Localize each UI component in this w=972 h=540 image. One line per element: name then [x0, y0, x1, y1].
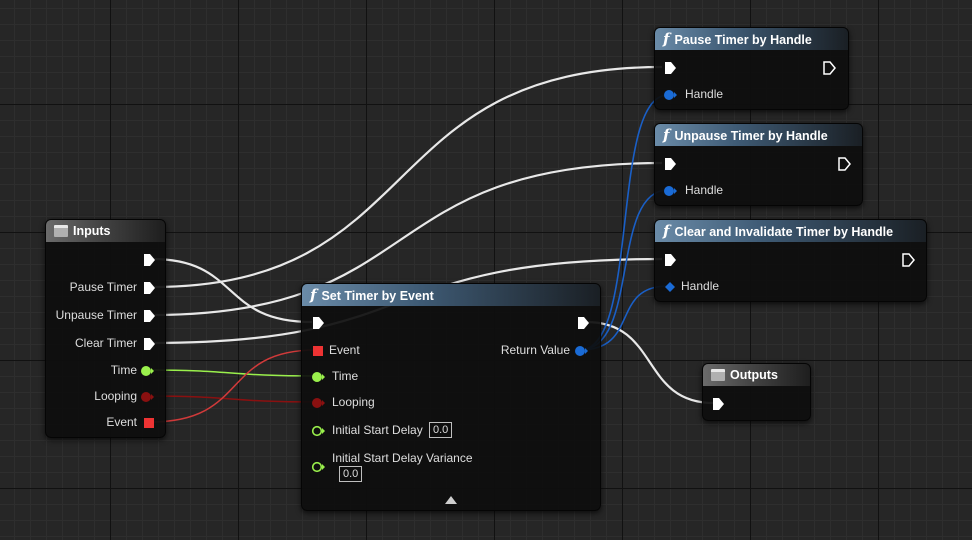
- wire-exec-pause-timer: [151, 65, 663, 289]
- handle-pin[interactable]: [663, 89, 679, 101]
- time-pin-label: Time: [332, 369, 359, 383]
- exec-out-pin[interactable]: [838, 157, 852, 171]
- event-delegate-pin[interactable]: [143, 417, 155, 429]
- pause-timer-exec-pin[interactable]: [143, 281, 157, 295]
- node-title: Inputs: [73, 224, 111, 238]
- clear-invalidate-timer-node[interactable]: f Clear and Invalidate Timer by Handle Ha…: [654, 219, 927, 302]
- wire-exec-inputs-to-set-timer: [151, 257, 313, 324]
- exec-out-pin[interactable]: [902, 253, 916, 267]
- exec-in-pin[interactable]: [664, 253, 678, 267]
- node-header[interactable]: f Pause Timer by Handle: [655, 28, 848, 50]
- wire-time: [149, 369, 317, 377]
- function-icon: f: [663, 222, 670, 240]
- return-value-handle-pin[interactable]: [574, 345, 590, 357]
- unpause-timer-pin-label: Unpause Timer: [55, 308, 137, 322]
- initial-start-delay-variance-pin-label: Initial Start Delay Variance: [332, 451, 473, 465]
- exec-in-pin[interactable]: [312, 316, 326, 330]
- pause-timer-pin-label: Pause Timer: [69, 280, 137, 294]
- node-header[interactable]: Inputs: [46, 220, 165, 242]
- outputs-node[interactable]: Outputs: [702, 363, 811, 421]
- expand-advanced-arrow-icon[interactable]: [445, 496, 457, 504]
- looping-bool-pin[interactable]: [311, 397, 327, 409]
- looping-bool-pin[interactable]: [140, 391, 156, 403]
- node-header[interactable]: f Set Timer by Event: [302, 284, 600, 306]
- set-timer-by-event-node[interactable]: f Set Timer by Event Event Return Value T…: [301, 283, 601, 511]
- time-pin-label: Time: [110, 363, 137, 377]
- node-title: Unpause Timer by Handle: [674, 129, 828, 143]
- time-float-pin[interactable]: [140, 365, 156, 377]
- exec-in-pin[interactable]: [664, 61, 678, 75]
- clear-timer-pin-label: Clear Timer: [74, 336, 137, 350]
- initial-start-delay-pin[interactable]: [311, 425, 327, 437]
- wire-looping: [149, 395, 317, 403]
- handle-pin[interactable]: [664, 281, 676, 293]
- looping-pin-label: Looping: [332, 395, 375, 409]
- handle-pin[interactable]: [663, 185, 679, 197]
- time-float-pin[interactable]: [311, 371, 327, 383]
- exec-out-pin[interactable]: [577, 316, 591, 330]
- exec-in-pin[interactable]: [664, 157, 678, 171]
- node-title: Set Timer by Event: [321, 289, 434, 303]
- inputs-node[interactable]: Inputs Pause Timer Unpause Timer Clear T…: [45, 219, 166, 438]
- initial-start-delay-variance-input[interactable]: 0.0: [339, 466, 363, 482]
- return-value-pin-label: Return Value: [500, 343, 570, 357]
- node-header[interactable]: Outputs: [703, 364, 810, 386]
- handle-pin-label: Handle: [681, 279, 720, 293]
- exec-in-pin[interactable]: [712, 397, 726, 411]
- event-pin-label: Event: [329, 343, 360, 357]
- function-icon: f: [310, 286, 317, 304]
- exec-out-pin[interactable]: [143, 253, 157, 267]
- clear-timer-exec-pin[interactable]: [143, 337, 157, 351]
- function-icon: f: [663, 30, 670, 48]
- initial-start-delay-pin-label: Initial Start Delay: [332, 423, 423, 437]
- node-title: Outputs: [730, 368, 778, 382]
- event-delegate-pin[interactable]: [312, 345, 324, 357]
- event-pin-label: Event: [106, 415, 137, 429]
- pause-timer-node[interactable]: f Pause Timer by Handle Handle: [654, 27, 849, 110]
- handle-pin-label: Handle: [685, 87, 724, 101]
- node-header[interactable]: f Unpause Timer by Handle: [655, 124, 862, 146]
- unpause-timer-node[interactable]: f Unpause Timer by Handle Handle: [654, 123, 863, 206]
- handle-pin-label: Handle: [685, 183, 724, 197]
- node-header[interactable]: f Clear and Invalidate Timer by Handle: [655, 220, 926, 242]
- node-title: Pause Timer by Handle: [674, 33, 812, 47]
- unpause-timer-exec-pin[interactable]: [143, 309, 157, 323]
- initial-start-delay-variance-pin[interactable]: [311, 461, 327, 473]
- function-icon: f: [663, 126, 670, 144]
- exec-out-pin[interactable]: [823, 61, 837, 75]
- looping-pin-label: Looping: [94, 389, 137, 403]
- tunnel-icon: [711, 369, 725, 381]
- initial-start-delay-input[interactable]: 0.0: [429, 422, 453, 438]
- node-title: Clear and Invalidate Timer by Handle: [674, 225, 894, 239]
- wire-event: [149, 349, 317, 423]
- tunnel-icon: [54, 225, 68, 237]
